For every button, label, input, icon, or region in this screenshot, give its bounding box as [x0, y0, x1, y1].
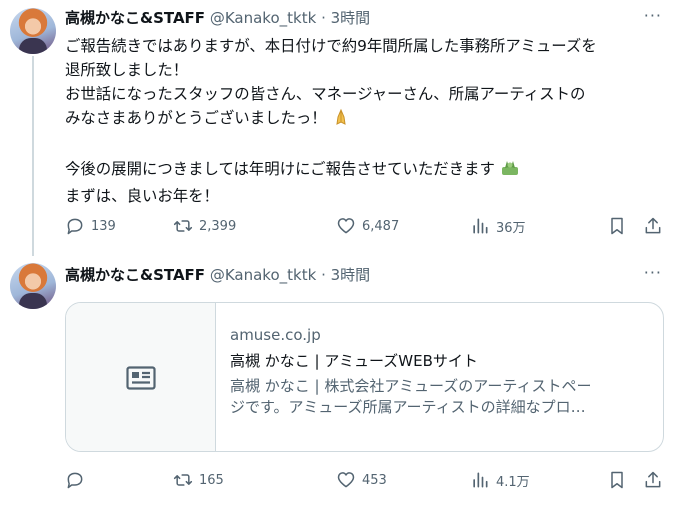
reply-button[interactable] — [65, 468, 91, 492]
tweet-header: 高槻かなこ&STAFF @Kanako_tktk · 3時間 — [65, 265, 370, 285]
retweet-icon — [173, 220, 193, 232]
tweet-line: お世話になったスタッフの皆さん、マネージャーさん、所属アーティストの — [65, 85, 586, 103]
tweet-line: ご報告続きではありますが、本日付けで約9年間所属した事務所アミューズを — [65, 37, 597, 55]
avatar[interactable] — [10, 263, 56, 309]
timestamp[interactable]: 3時間 — [331, 266, 371, 284]
bookmark-button[interactable] — [607, 214, 627, 238]
tweet-text: ご報告続きではありますが、本日付けで約9年間所属した事務所アミューズを 退所致し… — [65, 34, 665, 208]
retweet-button[interactable]: 165 — [173, 468, 224, 492]
views-count: 36万 — [496, 220, 526, 236]
retweet-button[interactable]: 2,399 — [173, 214, 236, 238]
avatar[interactable] — [10, 8, 56, 54]
reply-icon — [67, 218, 83, 235]
share-button[interactable] — [643, 468, 663, 492]
heart-icon — [337, 218, 355, 234]
views-count: 4.1万 — [496, 474, 530, 490]
like-button[interactable]: 453 — [336, 468, 387, 492]
share-icon — [645, 217, 661, 234]
like-count: 6,487 — [362, 218, 400, 234]
like-count: 453 — [362, 472, 387, 488]
tweet-line — [65, 133, 665, 157]
folded-hands-icon — [332, 108, 350, 133]
author-name[interactable]: 高槻かなこ&STAFF — [65, 9, 205, 27]
more-options-button[interactable]: ··· — [644, 6, 662, 25]
like-button[interactable]: 6,487 — [336, 214, 399, 238]
tweet-header: 高槻かなこ&STAFF @Kanako_tktk · 3時間 — [65, 8, 370, 28]
tweet-1: 高槻かなこ&STAFF @Kanako_tktk · 3時間 ··· ご報告続き… — [0, 0, 680, 256]
tweet-line: みなさまありがとうございましたっ！ — [65, 106, 665, 133]
tweet-actions: 165 453 4.1万 — [65, 468, 665, 492]
bookmark-icon — [611, 217, 623, 235]
tweet-line: まずは、良いお年を！ — [65, 187, 219, 205]
heart-icon — [337, 472, 355, 488]
views-button[interactable]: 4.1万 — [470, 468, 530, 492]
share-icon — [645, 471, 661, 488]
views-icon — [473, 218, 488, 234]
views-button[interactable]: 36万 — [470, 214, 526, 238]
author-handle[interactable]: @Kanako_tktk — [210, 9, 316, 27]
card-thumbnail — [66, 303, 216, 451]
share-button[interactable] — [643, 214, 663, 238]
link-card[interactable]: amuse.co.jp 高槻 かなこ | アミューズWEBサイト 高槻 かなこ … — [65, 302, 664, 452]
thread-line — [32, 56, 34, 256]
card-content: amuse.co.jp 高槻 かなこ | アミューズWEBサイト 高槻 かなこ … — [230, 325, 650, 418]
tweet-actions: 139 2,399 6,487 36万 — [65, 214, 665, 238]
separator: · — [321, 266, 326, 284]
retweet-count: 2,399 — [199, 218, 237, 234]
timestamp[interactable]: 3時間 — [331, 9, 371, 27]
card-domain: amuse.co.jp — [230, 326, 321, 344]
tweet-line: 退所致しました！ — [65, 61, 189, 79]
retweet-count: 165 — [199, 472, 224, 488]
author-name[interactable]: 高槻かなこ&STAFF — [65, 266, 205, 284]
card-title: 高槻 かなこ | アミューズWEBサイト — [230, 352, 478, 370]
tweet-line: 今後の展開につきましては年明けにご報告させていただきます — [65, 157, 665, 184]
author-handle[interactable]: @Kanako_tktk — [210, 266, 316, 284]
retweet-icon — [173, 474, 193, 486]
views-icon — [473, 472, 488, 488]
card-description: 高槻 かなこ | 株式会社アミューズのアーティストペー ジです。アミューズ所属ア… — [230, 377, 592, 416]
article-icon — [125, 366, 156, 390]
reply-count: 139 — [91, 218, 116, 234]
folded-hands-small-icon — [500, 159, 520, 184]
reply-button[interactable]: 139 — [65, 214, 116, 238]
bookmark-button[interactable] — [607, 468, 627, 492]
reply-icon — [67, 472, 83, 489]
bookmark-icon — [611, 471, 623, 489]
separator: · — [321, 9, 326, 27]
more-options-button[interactable]: ··· — [644, 263, 662, 282]
